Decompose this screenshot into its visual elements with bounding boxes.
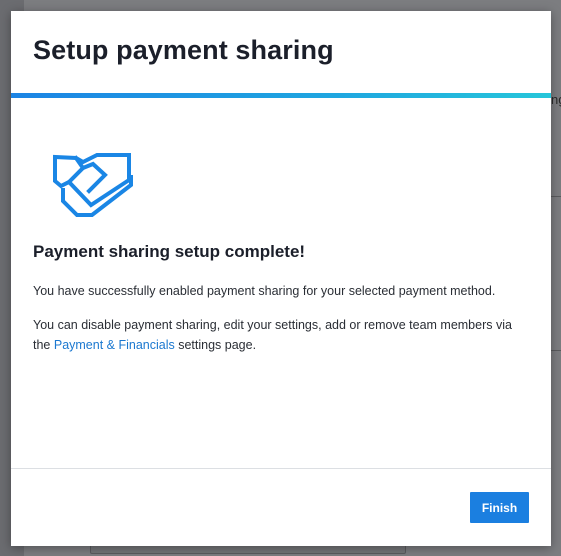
dialog-header: Setup payment sharing [11, 11, 551, 93]
finish-button[interactable]: Finish [470, 492, 529, 523]
progress-bar [11, 93, 551, 98]
handshake-icon [53, 153, 133, 217]
background-divider [551, 350, 561, 351]
footer-divider [11, 468, 551, 469]
settings-message-text-end: settings page. [174, 338, 257, 352]
success-message: You have successfully enabled payment sh… [33, 284, 496, 298]
payment-financials-link[interactable]: Payment & Financials [54, 338, 175, 352]
payment-sharing-dialog: Setup payment sharing Payment sharing se… [11, 11, 551, 546]
content-heading: Payment sharing setup complete! [33, 242, 306, 261]
dialog-title: Setup payment sharing [33, 35, 334, 65]
settings-message: You can disable payment sharing, edit yo… [33, 315, 523, 355]
background-divider [551, 196, 561, 197]
background-edge-text: ng [551, 92, 561, 107]
